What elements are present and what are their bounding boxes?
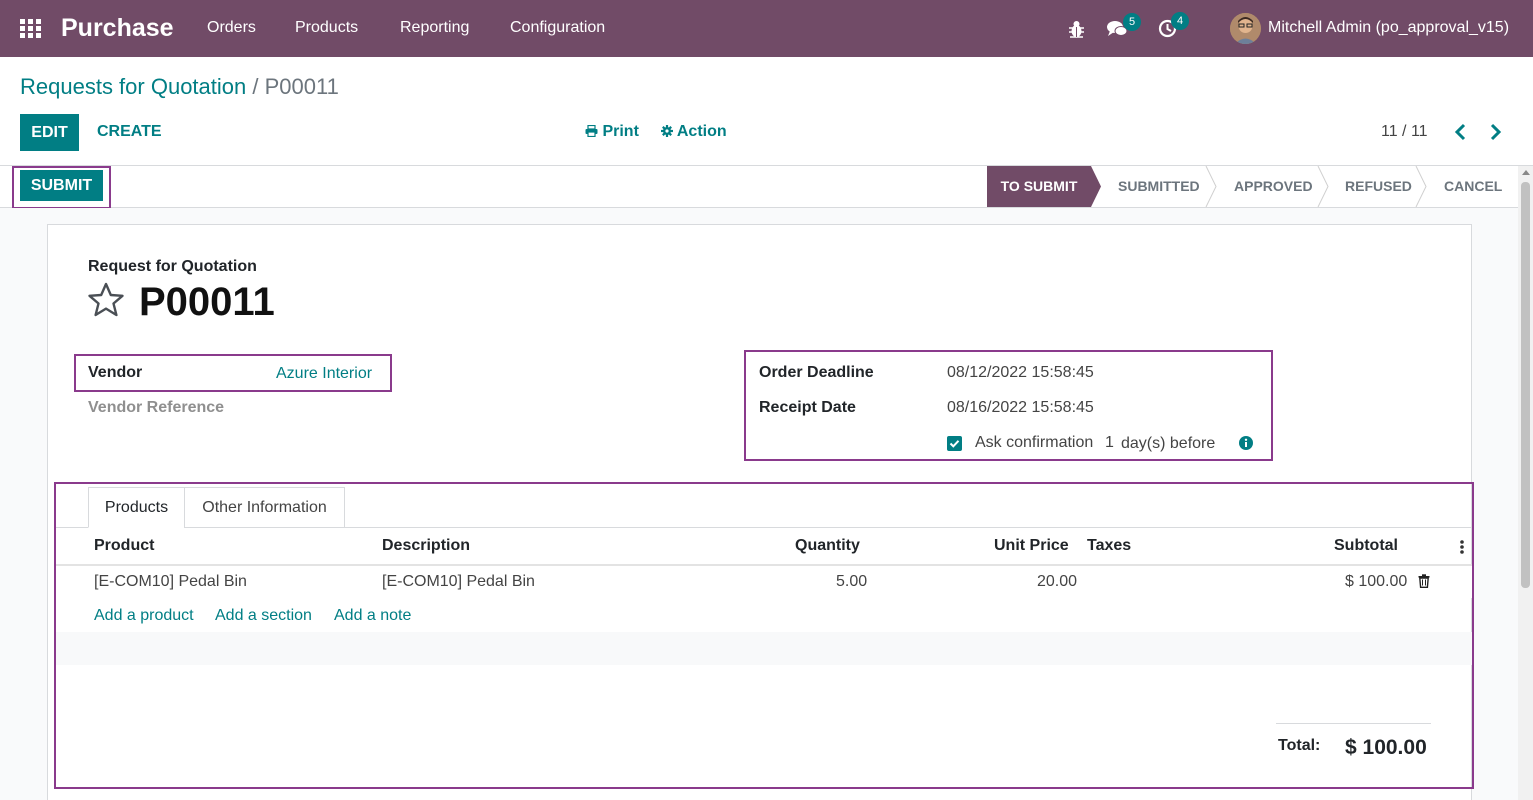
menu-reporting[interactable]: Reporting [400,19,469,37]
breadcrumb: Requests for Quotation / P00011 [20,74,339,100]
messages-count-badge: 5 [1123,13,1141,31]
activities-count-badge: 4 [1171,12,1189,30]
total-value: $ 100.00 [1345,736,1427,759]
breadcrumb-parent-link[interactable]: Requests for Quotation [20,74,246,99]
submit-button[interactable]: SUBMIT [20,170,103,201]
scroll-up-icon[interactable] [1522,170,1530,175]
column-unit-price[interactable]: Unit Price [994,537,1069,555]
menu-products[interactable]: Products [295,19,358,37]
row-description[interactable]: [E-COM10] Pedal Bin [382,573,535,591]
breadcrumb-separator: / [252,74,259,99]
print-label: Print [602,123,639,140]
print-icon [585,124,598,138]
total-label: Total: [1278,737,1321,754]
form-subtitle: Request for Quotation [88,258,257,275]
order-deadline-label: Order Deadline [759,364,874,381]
menu-configuration[interactable]: Configuration [510,19,605,37]
add-note-link[interactable]: Add a note [334,607,411,625]
stage-submitted[interactable]: SUBMITTED [1118,166,1200,207]
stage-cancel[interactable]: CANCEL [1444,166,1502,207]
add-section-link[interactable]: Add a section [215,607,312,625]
tab-other-information[interactable]: Other Information [184,487,345,528]
stage-to-submit[interactable]: TO SUBMIT [987,166,1091,207]
app-name[interactable]: Purchase [61,14,174,42]
total-divider [1276,723,1431,724]
menu-orders[interactable]: Orders [207,19,256,37]
bug-icon[interactable] [1068,20,1085,38]
user-avatar[interactable] [1230,13,1261,44]
receipt-date-label: Receipt Date [759,399,856,416]
row-subtotal: $ 100.00 [1345,573,1408,590]
record-name: P00011 [139,280,275,324]
column-product[interactable]: Product [94,537,154,555]
check-icon [949,440,960,448]
row-product[interactable]: [E-COM10] Pedal Bin [94,573,247,591]
tab-products[interactable]: Products [88,487,185,528]
add-product-link[interactable]: Add a product [94,607,194,625]
trash-icon[interactable] [1418,574,1430,588]
action-dropdown[interactable]: Action [661,123,727,141]
vendor-label: Vendor [88,364,143,381]
breadcrumb-current: P00011 [264,74,339,99]
create-button[interactable]: CREATE [97,123,162,141]
print-dropdown[interactable]: Print [585,123,639,141]
apps-grid-icon[interactable] [20,19,42,39]
stage-refused[interactable]: REFUSED [1345,166,1412,207]
column-quantity[interactable]: Quantity [795,537,860,555]
row-quantity[interactable]: 5.00 [836,573,867,591]
column-description[interactable]: Description [382,537,470,555]
days-before-label: day(s) before [1121,435,1216,452]
table-row[interactable] [56,566,1472,598]
gear-icon [661,125,673,137]
top-navbar: Purchase Orders Products Reporting Confi… [0,0,1533,57]
pager-previous-icon[interactable] [1452,122,1470,142]
ask-confirmation-checkbox[interactable] [947,436,962,451]
optional-columns-icon[interactable] [1459,539,1465,555]
user-menu[interactable]: Mitchell Admin (po_approval_v15) [1268,19,1509,37]
stage-approved[interactable]: APPROVED [1234,166,1313,207]
order-deadline-value: 08/12/2022 15:58:45 [947,364,1094,381]
column-taxes[interactable]: Taxes [1087,537,1131,555]
edit-button[interactable]: EDIT [20,114,79,151]
ask-confirmation-label: Ask confirmation [975,434,1094,451]
vendor-reference-label: Vendor Reference [88,399,225,416]
pager-next-icon[interactable] [1486,122,1504,142]
action-label: Action [676,123,727,140]
scroll-thumb[interactable] [1521,182,1530,588]
pager-value[interactable]: 11 / 11 [1381,123,1428,141]
column-subtotal[interactable]: Subtotal [1334,537,1398,555]
vertical-scrollbar[interactable] [1518,166,1533,800]
star-icon[interactable] [87,282,125,318]
vendor-link[interactable]: Azure Interior [276,365,372,383]
info-icon[interactable] [1239,436,1253,450]
receipt-date-value: 08/16/2022 15:58:45 [947,399,1094,416]
ask-confirmation-days[interactable]: 1 [1105,434,1114,452]
row-unit-price[interactable]: 20.00 [1037,573,1077,591]
empty-table-row [56,632,1472,665]
